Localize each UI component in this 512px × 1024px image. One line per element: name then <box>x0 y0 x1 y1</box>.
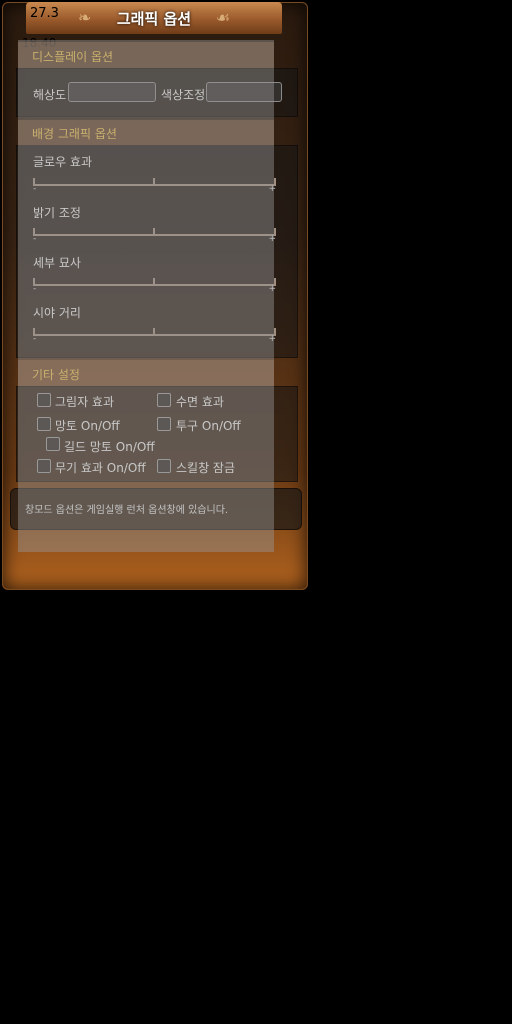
fps-counter: 27.3 <box>30 6 59 21</box>
translucent-overlay <box>18 40 274 552</box>
title-bar[interactable]: ❧ ☙ 그래픽 옵션 <box>26 2 282 34</box>
window-title: 그래픽 옵션 <box>116 10 192 28</box>
